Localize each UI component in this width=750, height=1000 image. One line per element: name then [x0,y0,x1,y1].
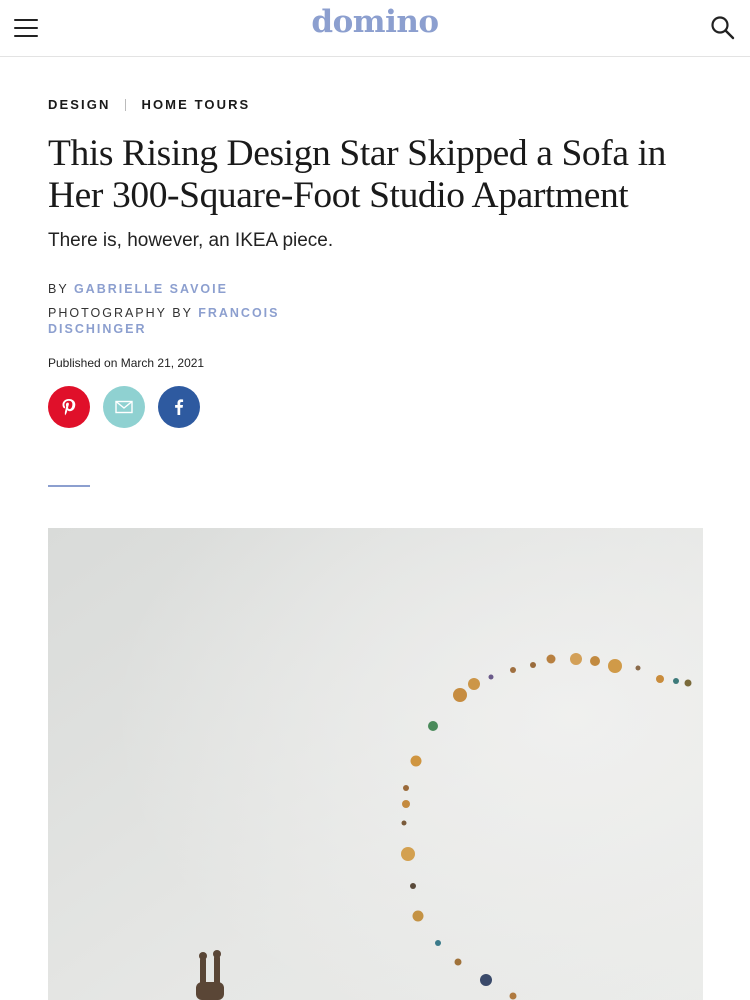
photo-credit-prefix: PHOTOGRAPHY BY [48,306,193,320]
breadcrumb: DESIGN HOME TOURS [48,97,250,112]
article-subtitle: There is, however, an IKEA piece. [48,230,334,251]
site-logo[interactable]: domino [0,4,750,40]
breadcrumb-divider [125,98,127,111]
byline-prefix: BY [48,282,69,296]
facebook-share-button[interactable] [158,386,200,428]
author-byline: BY GABRIELLE SAVOIE [48,281,228,297]
category-link-home-tours[interactable]: HOME TOURS [141,97,250,112]
article-title: This Rising Design Star Skipped a Sofa i… [48,133,666,216]
pinterest-icon [62,399,76,416]
top-nav-bar: domino [0,0,750,57]
author-link[interactable]: GABRIELLE SAVOIE [74,282,228,296]
category-link-design[interactable]: DESIGN [48,97,110,112]
email-icon [115,400,133,414]
search-icon[interactable] [710,15,736,41]
email-share-button[interactable] [103,386,145,428]
pinterest-share-button[interactable] [48,386,90,428]
section-divider [48,485,90,487]
facebook-icon [175,399,184,415]
photo-credit: PHOTOGRAPHY BY FRANCOIS DISCHINGER [48,305,308,337]
publish-date: Published on March 21, 2021 [48,356,205,370]
hero-photo [48,528,703,1000]
